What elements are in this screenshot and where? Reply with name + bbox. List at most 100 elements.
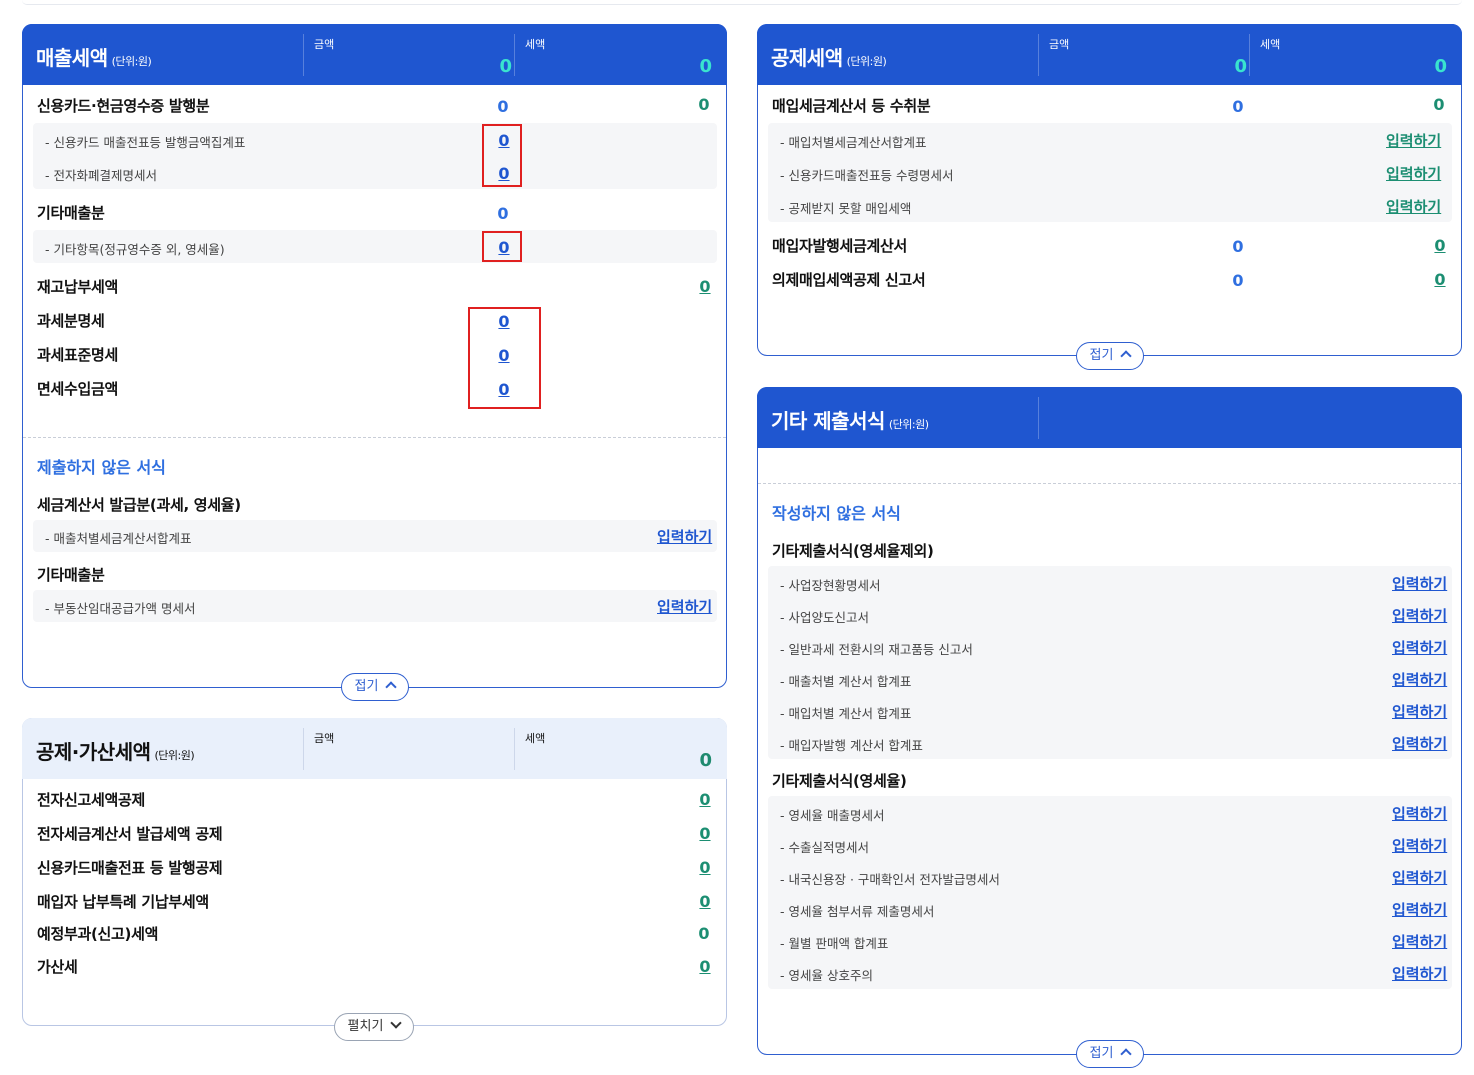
collapse-button[interactable]: 접기 bbox=[1076, 1040, 1144, 1068]
deduct-row-tax[interactable]: 0 bbox=[695, 790, 715, 809]
input-link[interactable]: 입력하기 bbox=[1392, 803, 1447, 824]
other-forms-header: 기타 제출서식 (단위:원) bbox=[757, 387, 1462, 448]
card-cash-label: 신용카드·현금영수증 발행분 bbox=[37, 97, 210, 115]
unsubmitted-title: 제출하지 않은 서식 bbox=[37, 458, 166, 477]
purchase-sub-label: - 공제받지 못할 매입세액 bbox=[780, 201, 912, 216]
e-money-label: - 전자화폐결제명세서 bbox=[45, 168, 157, 183]
group2-subbox bbox=[768, 796, 1452, 989]
buyer-issued-label: 매입자발행세금계산서 bbox=[772, 237, 908, 255]
highlight-box bbox=[482, 124, 522, 187]
group1-subbox bbox=[768, 566, 1452, 759]
amount-header: 금액 bbox=[314, 38, 335, 51]
other-sales-amount: 0 bbox=[497, 204, 509, 223]
input-link[interactable]: 입력하기 bbox=[1392, 733, 1447, 754]
expand-button[interactable]: 펼치기 bbox=[334, 1013, 414, 1041]
chevron-up-icon bbox=[1120, 1048, 1133, 1060]
tax-header: 세액 bbox=[1260, 38, 1281, 51]
deduct-row-label: 매입자 납부특례 기납부세액 bbox=[37, 893, 209, 911]
input-link[interactable]: 입력하기 bbox=[657, 526, 712, 547]
deduct-add-tax-total: 0 bbox=[699, 750, 712, 771]
other-forms-title: 기타 제출서식 (단위:원) bbox=[771, 409, 929, 433]
input-link[interactable]: 입력하기 bbox=[1392, 637, 1447, 658]
deduct-row-label: 전자세금계산서 발급세액 공제 bbox=[37, 825, 223, 843]
invoice-group-label: 세금계산서 발급분(과세, 영세율) bbox=[37, 496, 241, 514]
form-item-label: - 영세율 상호주의 bbox=[780, 968, 873, 983]
other-sales-label: 기타매출분 bbox=[37, 204, 105, 222]
input-link[interactable]: 입력하기 bbox=[1392, 573, 1447, 594]
form-item-label: - 사업장현황명세서 bbox=[780, 578, 881, 593]
sales-tax-title: 매출세액 (단위:원) bbox=[36, 46, 152, 70]
other-group-label: 기타매출분 bbox=[37, 566, 105, 584]
purchase-invoice-tax: 0 bbox=[1433, 95, 1445, 114]
buyer-issued-amount: 0 bbox=[1232, 237, 1244, 256]
deduct-add-title: 공제·가산세액 (단위:원) bbox=[36, 740, 195, 764]
form-item-label: - 내국신용장 · 구매확인서 전자발급명세서 bbox=[780, 872, 1000, 887]
input-tax-title: 공제세액 (단위:원) bbox=[771, 46, 887, 70]
highlight-box bbox=[482, 231, 522, 262]
taxable-detail-label: 과세분명세 bbox=[37, 312, 105, 330]
deemed-input-label: 의제매입세액공제 신고서 bbox=[772, 271, 926, 289]
input-link[interactable]: 입력하기 bbox=[1392, 605, 1447, 626]
form-item-label: - 매입처별 계산서 합계표 bbox=[780, 706, 912, 721]
invoice-item-label: - 매출처별세금계산서합계표 bbox=[45, 531, 192, 546]
buyer-issued-tax[interactable]: 0 bbox=[1430, 236, 1450, 255]
input-link[interactable]: 입력하기 bbox=[1392, 867, 1447, 888]
input-tax-header: 공제세액 (단위:원) 금액 0 세액 0 bbox=[757, 24, 1462, 85]
input-link[interactable]: 입력하기 bbox=[1386, 196, 1441, 217]
deduct-add-header: 공제·가산세액 (단위:원) 금액 세액 0 bbox=[22, 718, 727, 779]
amount-header: 금액 bbox=[314, 732, 335, 745]
deemed-input-amount: 0 bbox=[1232, 271, 1244, 290]
input-amount-total: 0 bbox=[1234, 56, 1247, 77]
card-cash-tax: 0 bbox=[698, 95, 710, 114]
form-item-label: - 일반과세 전환시의 재고품등 신고서 bbox=[780, 642, 973, 657]
purchase-sub-label: - 신용카드매출전표등 수령명세서 bbox=[780, 168, 954, 183]
sales-tax-total: 0 bbox=[699, 56, 712, 77]
other-forms-card: 기타 제출서식 (단위:원) 작성하지 않은 서식 기타제출서식(영세율제외) -… bbox=[757, 387, 1462, 1068]
form-item-label: - 영세율 첨부서류 제출명세서 bbox=[780, 904, 935, 919]
section-divider bbox=[758, 483, 1461, 484]
input-link[interactable]: 입력하기 bbox=[1392, 931, 1447, 952]
other-item-label: - 부동산임대공급가액 명세서 bbox=[45, 601, 196, 616]
unwritten-title: 작성하지 않은 서식 bbox=[772, 504, 901, 523]
deduct-row-label: 가산세 bbox=[37, 958, 78, 976]
input-link[interactable]: 입력하기 bbox=[1392, 963, 1447, 984]
collapse-button[interactable]: 접기 bbox=[1076, 342, 1144, 370]
purchase-invoice-amount: 0 bbox=[1232, 97, 1244, 116]
card-cash-amount: 0 bbox=[497, 97, 509, 116]
chevron-up-icon bbox=[1120, 350, 1133, 362]
deduct-row-tax[interactable]: 0 bbox=[695, 892, 715, 911]
form-item-label: - 매출처별 계산서 합계표 bbox=[780, 674, 912, 689]
chevron-down-icon bbox=[390, 1017, 403, 1029]
inventory-tax[interactable]: 0 bbox=[695, 277, 715, 296]
sales-amount-total: 0 bbox=[499, 56, 512, 77]
tax-header: 세액 bbox=[525, 732, 546, 745]
input-link[interactable]: 입력하기 bbox=[1392, 701, 1447, 722]
exempt-income-label: 면세수입금액 bbox=[37, 380, 119, 398]
deduct-row-label: 예정부과(신고)세액 bbox=[37, 925, 159, 943]
highlight-box bbox=[468, 307, 541, 409]
form-item-label: - 월별 판매액 합계표 bbox=[780, 936, 889, 951]
tax-base-detail-label: 과세표준명세 bbox=[37, 346, 119, 364]
deduct-row-tax[interactable]: 0 bbox=[695, 824, 715, 843]
input-link[interactable]: 입력하기 bbox=[1392, 899, 1447, 920]
tax-header: 세액 bbox=[525, 38, 546, 51]
collapse-button[interactable]: 접기 bbox=[341, 673, 409, 701]
form-item-label: - 영세율 매출명세서 bbox=[780, 808, 885, 823]
form-item-label: - 매입자발행 계산서 합계표 bbox=[780, 738, 923, 753]
deduct-row-tax[interactable]: 0 bbox=[695, 957, 715, 976]
input-link[interactable]: 입력하기 bbox=[657, 596, 712, 617]
input-link[interactable]: 입력하기 bbox=[1392, 835, 1447, 856]
deemed-input-tax[interactable]: 0 bbox=[1430, 270, 1450, 289]
top-divider bbox=[22, 0, 1462, 5]
input-link[interactable]: 입력하기 bbox=[1392, 669, 1447, 690]
sales-tax-header: 매출세액 (단위:원) 금액 0 세액 0 bbox=[22, 24, 727, 85]
input-tax-card: 공제세액 (단위:원) 금액 0 세액 0 매입세금계산서 등 수취분 0 0 -… bbox=[757, 24, 1462, 370]
sales-tax-card: 매출세액 (단위:원) 금액 0 세액 0 신용카드·현금영수증 발행분 0 0 … bbox=[22, 24, 727, 701]
deduct-row-tax[interactable]: 0 bbox=[695, 858, 715, 877]
input-link[interactable]: 입력하기 bbox=[1386, 130, 1441, 151]
purchase-invoice-label: 매입세금계산서 등 수취분 bbox=[772, 97, 931, 115]
input-link[interactable]: 입력하기 bbox=[1386, 163, 1441, 184]
deduct-row-label: 신용카드매출전표 등 발행공제 bbox=[37, 859, 223, 877]
form-item-label: - 수출실적명세서 bbox=[780, 840, 869, 855]
other-items-label: - 기타항목(정규영수증 외, 영세율) bbox=[45, 242, 225, 257]
